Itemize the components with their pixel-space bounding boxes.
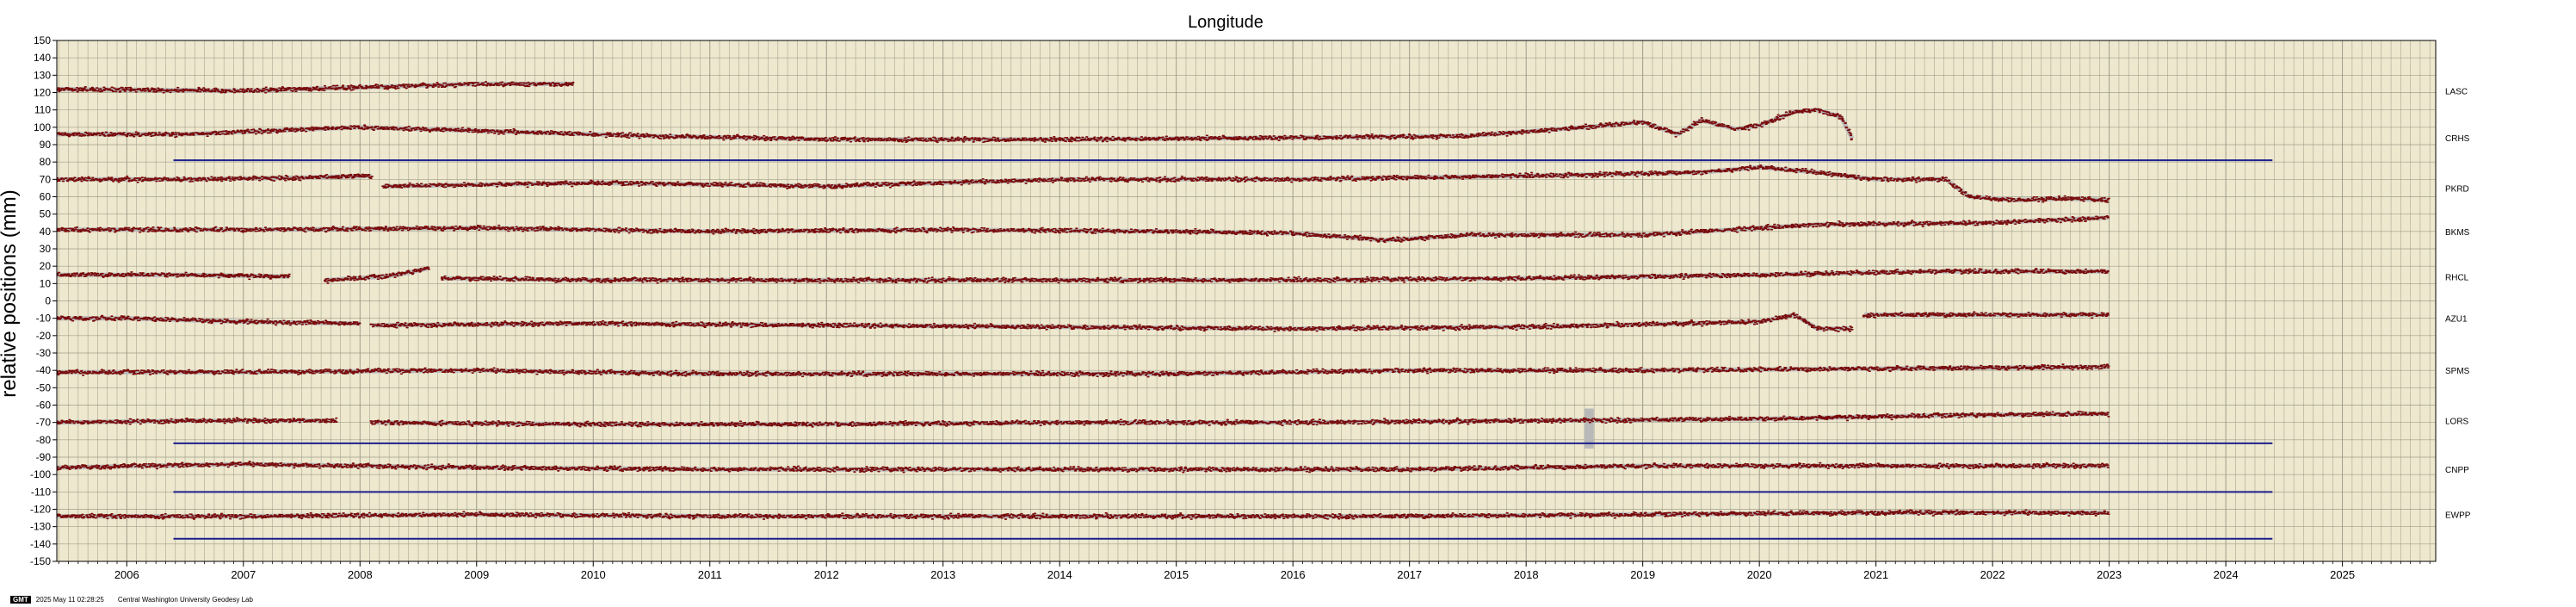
y-tick-label: 0 [45,295,51,307]
y-tick-label: 110 [34,104,51,116]
y-tick-label: 10 [40,277,52,289]
x-tick-label: 2007 [231,568,256,581]
y-tick-label: -150 [30,555,51,567]
credit-text: Central Washington University Geodesy La… [117,595,253,604]
station-label: LORS [2445,418,2469,427]
x-tick-label: 2016 [1281,568,1306,581]
y-tick-label: 50 [40,208,52,220]
x-tick-label: 2017 [1397,568,1422,581]
station-label: AZU1 [2445,315,2468,325]
station-label: RHCL [2445,273,2469,282]
y-tick-label: 150 [34,34,51,46]
y-tick-label: 20 [40,260,52,272]
x-tick-label: 2022 [1980,568,2005,581]
y-tick-label: -60 [36,400,52,412]
y-tick-label: 30 [40,243,52,255]
station-label: BKMS [2445,228,2470,238]
x-tick-label: 2006 [114,568,139,581]
station-label: CNPP [2445,466,2469,475]
y-tick-label: -110 [31,486,51,498]
x-tick-label: 2013 [930,568,955,581]
x-tick-label: 2014 [1047,568,1072,581]
x-tick-label: 2015 [1164,568,1189,581]
y-tick-label: -140 [30,538,51,550]
x-tick-label: 2021 [1863,568,1888,581]
x-tick-label: 2020 [1747,568,1772,581]
station-label: PKRD [2445,184,2469,194]
station-labels: LASC CRHS PKRD BKMS RHCL AZU1 SPMS LORS CNPP EWPP [2445,87,2471,520]
chart: 2006 2007 2008 2009 2010 2011 2012 2013 2014 2015… [0,13,2471,581]
station-label: CRHS [2445,134,2470,144]
x-tick-label: 2018 [1514,568,1539,581]
x-tick-label: 2019 [1630,568,1655,581]
footer: GMT 2025 May 11 02:28:25 Central Washing… [10,594,253,604]
x-tick-label: 2011 [698,568,722,581]
x-tick-label: 2012 [814,568,839,581]
x-tick-label: 2010 [581,568,606,581]
y-tick-label: -50 [36,381,52,393]
y-tick-label: -70 [36,417,52,429]
x-tick-label: 2023 [2097,568,2122,581]
y-tick-label: -20 [36,330,52,342]
y-tick-label: 40 [40,226,52,238]
y-tick-label: 100 [34,121,51,133]
y-tick-label: -120 [30,504,51,516]
station-label: SPMS [2445,367,2470,376]
station-label: LASC [2445,87,2468,96]
x-tick-label: 2009 [464,568,489,581]
y-tick-label: -40 [36,364,52,376]
y-tick-label: 120 [34,87,51,99]
y-tick-label: 60 [40,191,52,203]
y-tick-label: -10 [36,313,52,325]
x-tick-label: 2024 [2214,568,2239,581]
y-axis: -150-140-130-120-110-100-90-80-70-60-50-… [30,34,57,567]
y-tick-label: -100 [30,468,51,480]
y-tick-label: 90 [40,139,52,151]
y-tick-label: -80 [36,434,52,446]
y-tick-label: 130 [34,69,51,81]
timestamp: 2025 May 11 02:28:25 [35,595,104,604]
x-tick-label: 2008 [348,568,373,581]
x-axis: 2006 2007 2008 2009 2010 2011 2012 2013 2014 2015… [58,561,2431,581]
chart-title: Longitude [1188,13,1263,32]
x-tick-label: 2025 [2330,568,2355,581]
y-axis-label: relative positions (mm) [0,189,21,397]
y-tick-label: -90 [36,451,52,463]
y-tick-label: 80 [40,156,52,168]
y-tick-label: -30 [36,347,52,359]
y-tick-label: 70 [40,173,52,185]
y-tick-label: -130 [30,521,51,533]
y-tick-label: 140 [34,52,51,64]
station-label: EWPP [2445,511,2471,521]
gmt-badge: GMT [10,595,31,604]
